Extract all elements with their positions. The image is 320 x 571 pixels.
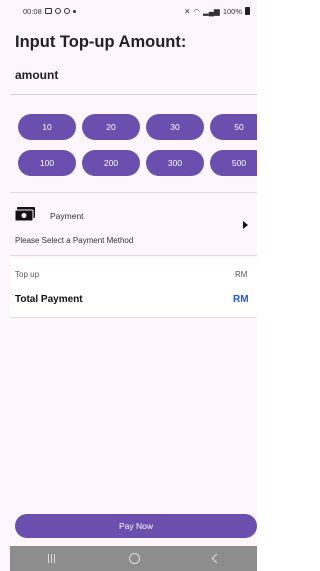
mute-icon: ✕ — [184, 6, 191, 16]
notification-icon — [63, 8, 70, 14]
page-title: Input Top-up Amount: — [15, 33, 187, 51]
amount-option-200[interactable]: 200 — [82, 150, 140, 176]
total-payment-label: Total Payment — [15, 294, 83, 305]
topup-label: Top up — [15, 270, 40, 279]
amount-option-100[interactable]: 100 — [18, 150, 76, 176]
divider — [10, 192, 257, 193]
chevron-right-icon — [243, 221, 248, 229]
status-time: 00:08 — [23, 6, 42, 16]
status-bar: 00:08 ✕ ◠ ▂▄▆ 100% — [0, 0, 257, 22]
cash-icon — [15, 207, 35, 221]
payment-method-prompt: Please Select a Payment Method — [15, 236, 134, 245]
total-payment-value: RM — [233, 294, 249, 305]
home-icon[interactable] — [128, 553, 140, 564]
divider — [10, 255, 257, 256]
battery-percent: 100% — [222, 6, 242, 16]
signal-icon: ▂▄▆ — [202, 6, 220, 16]
amount-option-300[interactable]: 300 — [146, 150, 204, 176]
status-left: 00:08 — [23, 7, 76, 16]
app-screen: 00:08 ✕ ◠ ▂▄▆ 100% Input Top-up Amount: … — [0, 0, 257, 571]
pay-now-button[interactable]: Pay Now — [15, 514, 257, 538]
topup-value: RM — [235, 270, 248, 279]
back-icon[interactable] — [211, 553, 222, 564]
amount-field-label: amount — [15, 68, 59, 82]
amount-option-20[interactable]: 20 — [82, 114, 140, 140]
system-nav-bar — [10, 546, 257, 571]
amount-option-10[interactable]: 10 — [18, 114, 76, 140]
payment-label: Payment — [50, 211, 84, 221]
wifi-icon: ◠ — [193, 6, 200, 16]
amount-option-30[interactable]: 30 — [146, 114, 204, 140]
amount-underline — [10, 94, 257, 95]
payment-summary — [10, 258, 257, 318]
battery-icon — [245, 7, 250, 15]
notification-icon — [54, 8, 61, 14]
status-right: ✕ ◠ ▂▄▆ 100% — [184, 7, 250, 16]
recent-apps-icon[interactable] — [47, 554, 56, 563]
more-notifications-icon — [72, 9, 76, 13]
amount-option-50[interactable]: 50 — [210, 114, 257, 140]
notification-icon — [44, 8, 52, 14]
amount-option-500[interactable]: 500 — [210, 150, 257, 176]
